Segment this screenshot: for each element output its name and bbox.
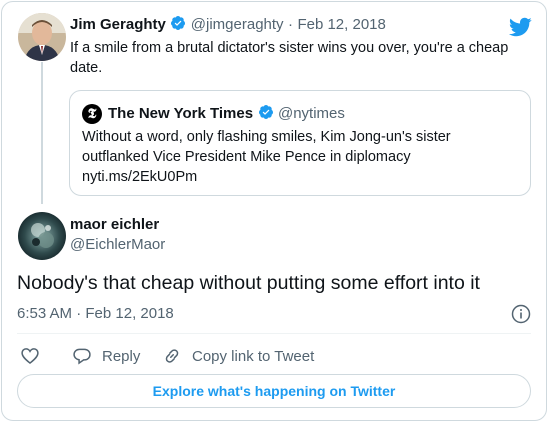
reply-label: Reply	[102, 347, 141, 365]
main-tweet-timestamp[interactable]: 6:53 AM · Feb 12, 2018	[17, 305, 174, 322]
main-handle[interactable]: @EichlerMaor	[70, 236, 165, 253]
quoted-author-name: The New York Times	[108, 105, 254, 122]
parent-author-name[interactable]: Jim Geraghty	[70, 16, 166, 33]
quoted-tweet-card[interactable]: 𝕿 The New York Times @nytimes Without a …	[69, 90, 531, 196]
heart-icon	[21, 348, 39, 365]
parent-text-line-2: date.	[70, 60, 103, 76]
main-author-name[interactable]: maor eichler	[70, 216, 165, 233]
main-tweet-author: maor eichler @EichlerMaor	[70, 216, 165, 253]
parent-text-line-1: If a smile from a brutal dictator's sist…	[70, 40, 509, 56]
quoted-text-line-2: outflanked Vice President Mike Pence in …	[82, 149, 411, 165]
parent-tweet-text: If a smile from a brutal dictator's sist…	[70, 38, 530, 78]
jim-geraghty-avatar[interactable]	[18, 13, 66, 61]
parent-handle[interactable]: @jimgeraghty	[191, 16, 284, 33]
explore-twitter-button[interactable]: Explore what's happening on Twitter	[17, 374, 531, 408]
quoted-text-line-1: Without a word, only flashing smiles, Ki…	[82, 129, 451, 145]
quoted-tweet-text: Without a word, only flashing smiles, Ki…	[82, 127, 522, 187]
quoted-handle: @nytimes	[277, 105, 345, 122]
like-button[interactable]	[20, 346, 40, 366]
maor-eichler-avatar[interactable]	[18, 212, 66, 260]
info-icon[interactable]	[511, 304, 531, 324]
parent-date[interactable]: Feb 12, 2018	[297, 16, 385, 33]
divider	[17, 333, 531, 334]
parent-tweet-header: Jim Geraghty @jimgeraghty · Feb 12, 2018	[70, 15, 386, 34]
reply-icon	[73, 348, 91, 365]
twitter-bird-icon[interactable]	[508, 15, 532, 39]
verified-badge-icon	[258, 105, 273, 119]
main-tweet-text: Nobody's that cheap without putting some…	[17, 272, 480, 294]
verified-badge-icon	[171, 16, 186, 30]
reply-button[interactable]: Reply	[72, 346, 140, 366]
copy-link-button[interactable]: Copy link to Tweet	[162, 346, 314, 366]
link-icon	[165, 349, 179, 363]
quoted-tweet-header: The New York Times @nytimes	[108, 104, 345, 123]
header-separator: ·	[288, 16, 293, 33]
copy-link-label: Copy link to Tweet	[192, 347, 315, 365]
quoted-link[interactable]: nyti.ms/2EkU0Pm	[82, 167, 522, 187]
thread-connector-line	[41, 62, 43, 204]
nyt-logo-icon: 𝕿	[82, 104, 102, 124]
